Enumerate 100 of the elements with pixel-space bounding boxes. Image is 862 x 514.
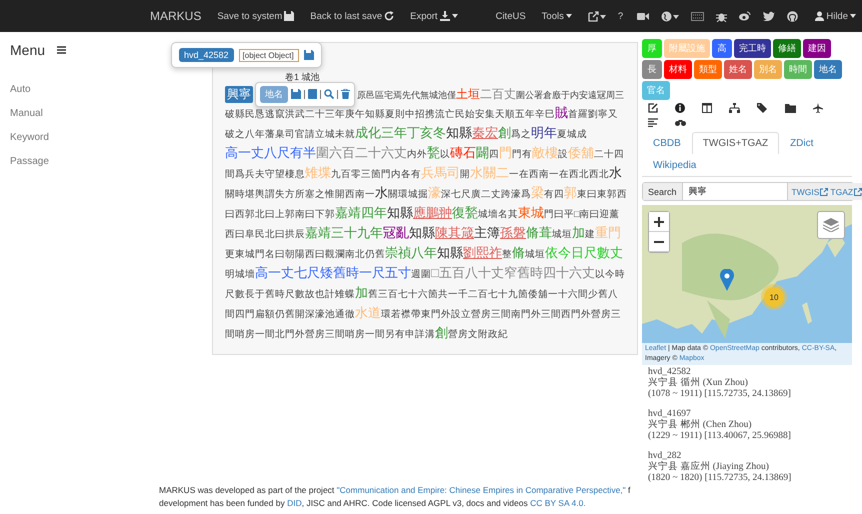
tagged-term[interactable]: 土垣 [456,86,480,100]
input-field[interactable]: [object Object] [238,48,299,62]
tagged-term[interactable]: 知縣 [437,245,463,260]
tagged-term[interactable]: 加 [572,225,585,240]
tagged-term[interactable]: 二百丈 [480,86,516,100]
tag-button[interactable]: 時間 [784,60,812,79]
columns-icon[interactable] [702,103,712,113]
keyboard-icon[interactable] [691,12,704,20]
tagged-term[interactable]: 復 [452,205,465,220]
tagged-term[interactable]: 冦亂 [383,225,409,240]
tagged-term[interactable]: 脩葺 [526,225,552,240]
tag-button[interactable]: 官名 [642,81,670,100]
external-link[interactable]: TGAZ [830,186,862,196]
nav-link[interactable]: CiteUS [496,10,526,22]
tag-button[interactable]: 高 [712,39,732,58]
tagged-term[interactable]: 東城 [518,205,544,220]
result-detail: (1078 ~ 1911) [115.72735, 24.13869] [648,389,792,400]
tagged-term[interactable]: 甃 [465,205,478,220]
tools-menu[interactable]: Tools [542,10,572,22]
airplane-icon[interactable] [813,103,823,113]
tagged-term[interactable]: 高一丈八尺有半 [225,145,316,160]
tagged-term[interactable]: 水 [375,185,388,200]
tagged-term[interactable]: 孫磐 [500,225,526,240]
external-link-icon [820,188,828,196]
footer-link[interactable]: DID [287,498,302,508]
layers-button[interactable] [817,211,845,239]
footer-text: MARKUS was developed as part of the project "Communication and Empire: Chinese Empires in Comparative Perspective," f [159,484,632,497]
search-icon[interactable] [324,89,334,99]
binoculars-icon[interactable] [675,119,686,126]
tag-button[interactable]: 姓名 [724,60,752,79]
map-pin-icon[interactable] [720,269,734,291]
tags-icon[interactable] [757,103,768,113]
tagged-term[interactable]: 圍六百二十六丈 [316,145,407,160]
tag-button[interactable]: 完工時 [734,39,771,58]
edit-icon[interactable] [648,103,658,113]
tagged-term[interactable]: 知縣 [409,225,435,240]
tagged-term[interactable]: 水 [609,165,622,180]
external-link-icon[interactable] [588,10,606,22]
tagged-term[interactable]: 甃 [427,145,440,160]
sidebar-item[interactable]: Auto [10,84,150,95]
trash-icon[interactable] [341,89,350,99]
tagged-term[interactable]: 主簿 [474,225,500,240]
tagged-term[interactable]: □五百八十丈窄舊時四十六丈 [431,265,595,280]
tagged-term[interactable]: 知縣 [446,125,472,140]
tab[interactable]: ZDict [779,132,824,154]
sidebar-item[interactable]: Keyword [10,132,150,143]
external-link[interactable]: TWGIS [792,186,828,196]
tagged-term[interactable]: 闢 [476,145,489,160]
tagged-term[interactable]: 賊 [555,105,568,120]
tagged-term[interactable]: 應鵬翀 [413,205,452,220]
tagged-term[interactable]: 秦宏 [472,125,498,140]
result-id: hvd_42582 [648,367,692,377]
zoom-in-button[interactable] [649,212,669,232]
align-left-icon[interactable] [648,118,658,127]
selected-term[interactable]: 興寧 [225,86,253,102]
tab[interactable]: TWGIS+TGAZ [692,132,780,154]
tagged-term[interactable]: 嘉靖三十九年 [305,225,383,240]
tagged-term[interactable]: 依今日尺數丈 [545,245,623,260]
tagged-term[interactable]: 知縣 [387,205,413,220]
hierarchy-icon[interactable] [729,103,740,113]
tagged-term[interactable]: 明年 [531,125,557,140]
bird-icon[interactable] [763,11,776,21]
tagged-term[interactable]: 加 [355,285,368,300]
footer-link[interactable]: CC BY SA 4.0. [530,498,586,508]
help-link[interactable]: ? [618,10,624,22]
tagged-term[interactable]: 脩 [512,245,525,260]
weibo-icon[interactable] [739,11,752,21]
tagged-term[interactable]: 崇禎八年 [385,245,437,260]
brand-logo[interactable]: MARKUS [150,9,202,23]
nav-link[interactable]: Save to system [217,10,294,22]
tagged-term[interactable]: 嘉靖四年 [335,205,387,220]
tag-button[interactable]: 地名 [814,60,842,79]
nav-link[interactable]: Export [410,10,458,22]
nav-link[interactable]: Back to last save [310,10,394,22]
tab[interactable]: CBDB [642,132,692,154]
tagged-term[interactable]: 成化三年丁亥冬 [355,125,446,140]
github-icon[interactable] [787,10,798,22]
tag-button[interactable]: 材料 [664,60,692,79]
save-icon[interactable] [291,89,301,99]
info-icon[interactable] [675,103,685,113]
tagged-term[interactable]: 創 [498,125,511,140]
tag-button[interactable]: 類型 [694,60,722,79]
bug-icon[interactable] [716,10,728,22]
tagged-term[interactable]: 陳其箴 [435,225,474,240]
save-icon[interactable] [304,50,314,60]
menu-icon[interactable] [57,46,66,54]
tagged-term[interactable]: 磚石 [450,145,476,160]
tagged-term[interactable]: 創 [435,325,448,340]
project-link[interactable]: "Communication and Empire: Chinese Empires in Comparative Perspective," [336,485,626,495]
tag-button[interactable]: 修繕 [773,39,801,58]
tag-button[interactable]: 長 [642,60,662,79]
sidebar-item[interactable]: Passage [10,156,150,167]
globe-icon[interactable] [661,10,680,22]
tab[interactable]: Wikipedia [642,154,708,176]
tagged-term[interactable]: 高一丈七尺矮舊時一尺五寸 [255,265,411,280]
user-menu[interactable]: Hilde [815,10,856,22]
sidebar-item[interactable]: Manual [10,108,150,119]
video-camera-icon[interactable] [637,12,650,20]
tag-button[interactable]: 建因 [803,39,831,58]
folder-icon[interactable] [785,104,796,112]
